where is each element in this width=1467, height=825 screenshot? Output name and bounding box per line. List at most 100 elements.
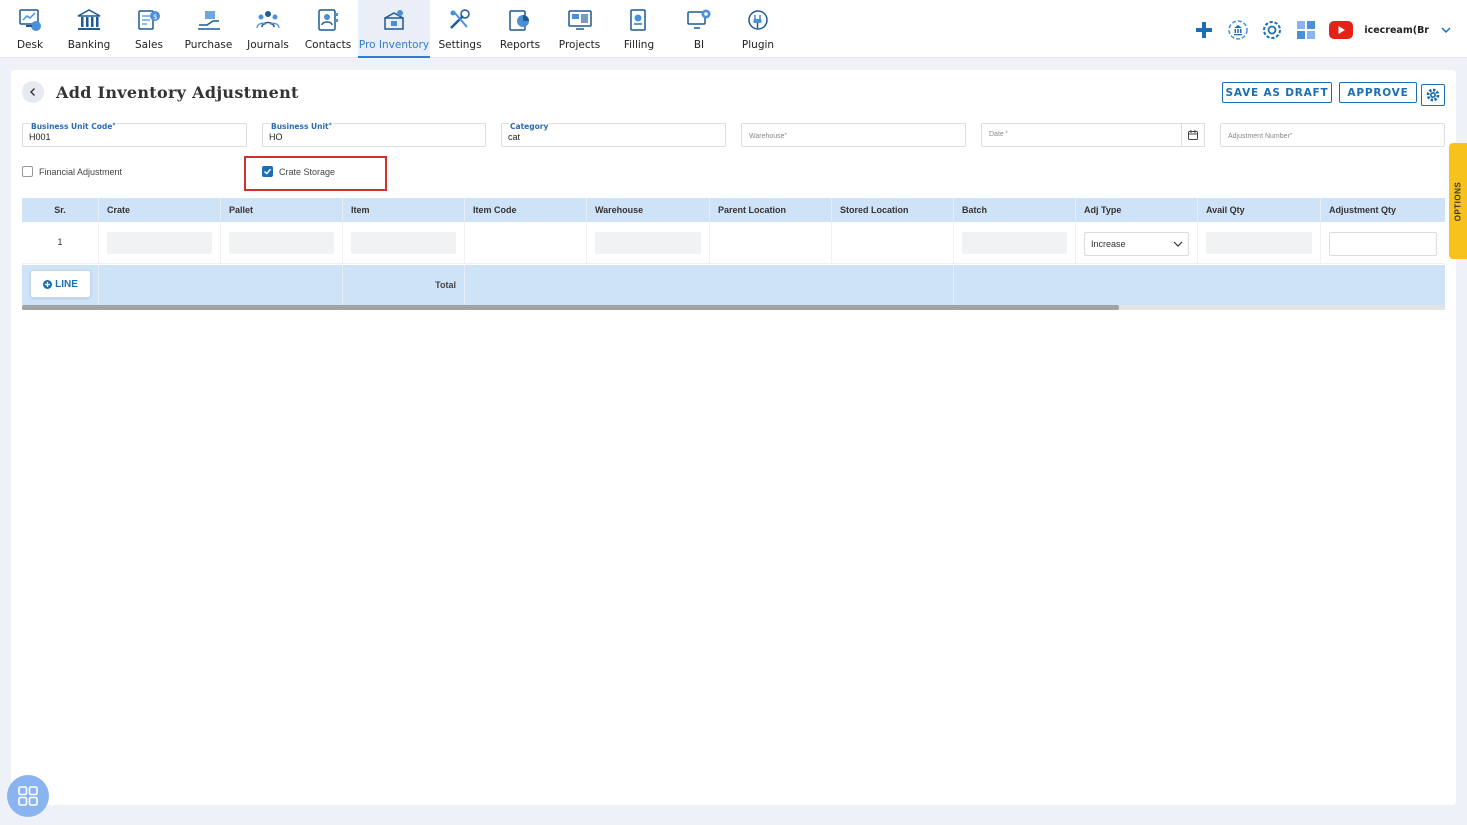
warehouse-field[interactable]: Warehouse* — [741, 123, 966, 147]
nav-purchase[interactable]: Purchase — [184, 0, 233, 58]
nav-sales[interactable]: $ Sales — [133, 0, 165, 58]
footer-cell: Total — [343, 265, 465, 305]
apps-grid-icon[interactable] — [1294, 18, 1318, 42]
reports-icon — [505, 6, 535, 34]
warehouse-input[interactable] — [595, 232, 701, 254]
item-input[interactable] — [351, 232, 456, 254]
cell-sr: 1 — [22, 222, 99, 264]
pallet-input[interactable] — [229, 232, 334, 254]
cell-pallet[interactable] — [221, 222, 343, 264]
col-header-pallet: Pallet — [221, 198, 343, 222]
purchase-icon — [194, 6, 224, 34]
field-placeholder: Date * — [989, 131, 1008, 138]
col-header-adj-type: Adj Type — [1076, 198, 1198, 222]
nav-label: Projects — [558, 39, 601, 51]
horizontal-scrollbar[interactable] — [22, 305, 1445, 310]
cell-warehouse[interactable] — [587, 222, 710, 264]
chevron-down-icon[interactable] — [1439, 18, 1453, 42]
cell-batch[interactable] — [954, 222, 1076, 264]
gear-icon — [1426, 88, 1440, 102]
business-unit-code-field[interactable]: Business Unit Code* H001 — [22, 122, 247, 147]
checkbox-label: Financial Adjustment — [39, 166, 123, 177]
header-tools: icecream(Br — [1192, 16, 1453, 44]
nav-label: Settings — [438, 39, 482, 51]
back-button[interactable] — [22, 81, 44, 103]
select-value: Increase — [1091, 239, 1126, 249]
nav-label: Plugin — [741, 39, 775, 51]
adjustment-qty-input[interactable] — [1329, 232, 1437, 256]
avail-qty-field — [1206, 232, 1312, 254]
crate-input[interactable] — [107, 232, 212, 254]
page-title: Add Inventory Adjustment — [56, 83, 299, 102]
col-header-sr: Sr. — [22, 198, 99, 222]
chevron-down-icon — [1173, 241, 1183, 247]
col-header-batch: Batch — [954, 198, 1076, 222]
plus-circle-icon — [43, 279, 53, 289]
scrollbar-thumb[interactable] — [22, 305, 1119, 310]
sales-icon: $ — [134, 6, 164, 34]
calendar-icon — [1188, 130, 1198, 140]
sync-bank-icon[interactable] — [1226, 18, 1250, 42]
nav-reports[interactable]: Reports — [499, 0, 541, 58]
col-header-crate: Crate — [99, 198, 221, 222]
nav-journals[interactable]: Journals — [246, 0, 290, 58]
calendar-button[interactable] — [1181, 123, 1205, 147]
form-card: Add Inventory Adjustment SAVE AS DRAFT A… — [11, 70, 1456, 805]
nav-filling[interactable]: Filling — [622, 0, 656, 58]
journals-icon — [253, 6, 283, 34]
field-placeholder: Warehouse* — [749, 133, 787, 140]
nav-label: Banking — [67, 39, 111, 51]
nav-banking[interactable]: Banking — [67, 0, 111, 58]
date-field[interactable]: Date * — [981, 123, 1205, 147]
col-header-warehouse: Warehouse — [587, 198, 710, 222]
cell-crate[interactable] — [99, 222, 221, 264]
nav-label: Desk — [16, 39, 44, 51]
nav-label: Purchase — [184, 39, 233, 51]
add-line-label: LINE — [55, 278, 78, 290]
checkbox-unchecked-icon — [22, 166, 33, 177]
cell-item[interactable] — [343, 222, 465, 264]
col-header-adjustment-qty: Adjustment Qty — [1329, 205, 1397, 215]
nav-label: Filling — [623, 39, 655, 51]
cell-adjustment-qty[interactable] — [1321, 222, 1445, 264]
highlight-annotation — [244, 156, 387, 191]
field-label: Business Unit* — [270, 122, 333, 131]
field-value: HO — [269, 132, 283, 142]
nav-projects[interactable]: Projects — [558, 0, 601, 58]
nav-settings[interactable]: Settings — [438, 0, 482, 58]
field-label: Business Unit Code* — [30, 122, 117, 131]
nav-label: BI — [693, 39, 705, 51]
settings-tools-icon — [445, 6, 475, 34]
nav-contacts[interactable]: Contacts — [305, 0, 351, 58]
cell-parent-location — [710, 222, 832, 264]
contacts-icon — [313, 6, 343, 34]
apps-menu-button[interactable] — [7, 775, 49, 817]
add-icon[interactable] — [1192, 18, 1216, 42]
add-line-button[interactable]: LINE — [30, 270, 91, 298]
financial-adjustment-checkbox[interactable]: Financial Adjustment — [22, 166, 122, 177]
options-tab[interactable]: OPTIONS — [1449, 143, 1467, 259]
adjustment-number-field[interactable]: Adjustment Number* — [1220, 123, 1445, 147]
save-as-draft-button[interactable]: SAVE AS DRAFT — [1222, 82, 1332, 103]
nav-bi[interactable]: BI — [684, 0, 714, 58]
adj-type-select[interactable]: Increase — [1084, 232, 1189, 256]
nav-desk[interactable]: Desk — [12, 0, 48, 58]
approve-button[interactable]: APPROVE — [1339, 82, 1417, 103]
nav-plugin[interactable]: Plugin — [740, 0, 776, 58]
business-unit-field[interactable]: Business Unit* HO — [262, 122, 486, 147]
cell-adj-type[interactable]: Increase — [1076, 222, 1198, 264]
youtube-icon[interactable] — [1328, 18, 1354, 42]
options-label: OPTIONS — [1453, 181, 1463, 221]
category-field[interactable]: Category cat — [501, 122, 726, 147]
gear-icon[interactable] — [1260, 18, 1284, 42]
form-settings-button[interactable] — [1421, 84, 1445, 106]
batch-input[interactable] — [962, 232, 1067, 254]
cell-item-code — [465, 222, 587, 264]
company-name[interactable]: icecream(Br — [1364, 25, 1429, 36]
table-footer: LINE Total — [22, 265, 1445, 305]
nav-label: Contacts — [304, 39, 352, 51]
chevron-left-icon — [30, 88, 35, 96]
footer-cell: LINE — [22, 265, 99, 305]
nav-pro-inventory[interactable]: Pro Inventory — [358, 0, 430, 58]
col-header-parent-location: Parent Location — [710, 198, 832, 222]
